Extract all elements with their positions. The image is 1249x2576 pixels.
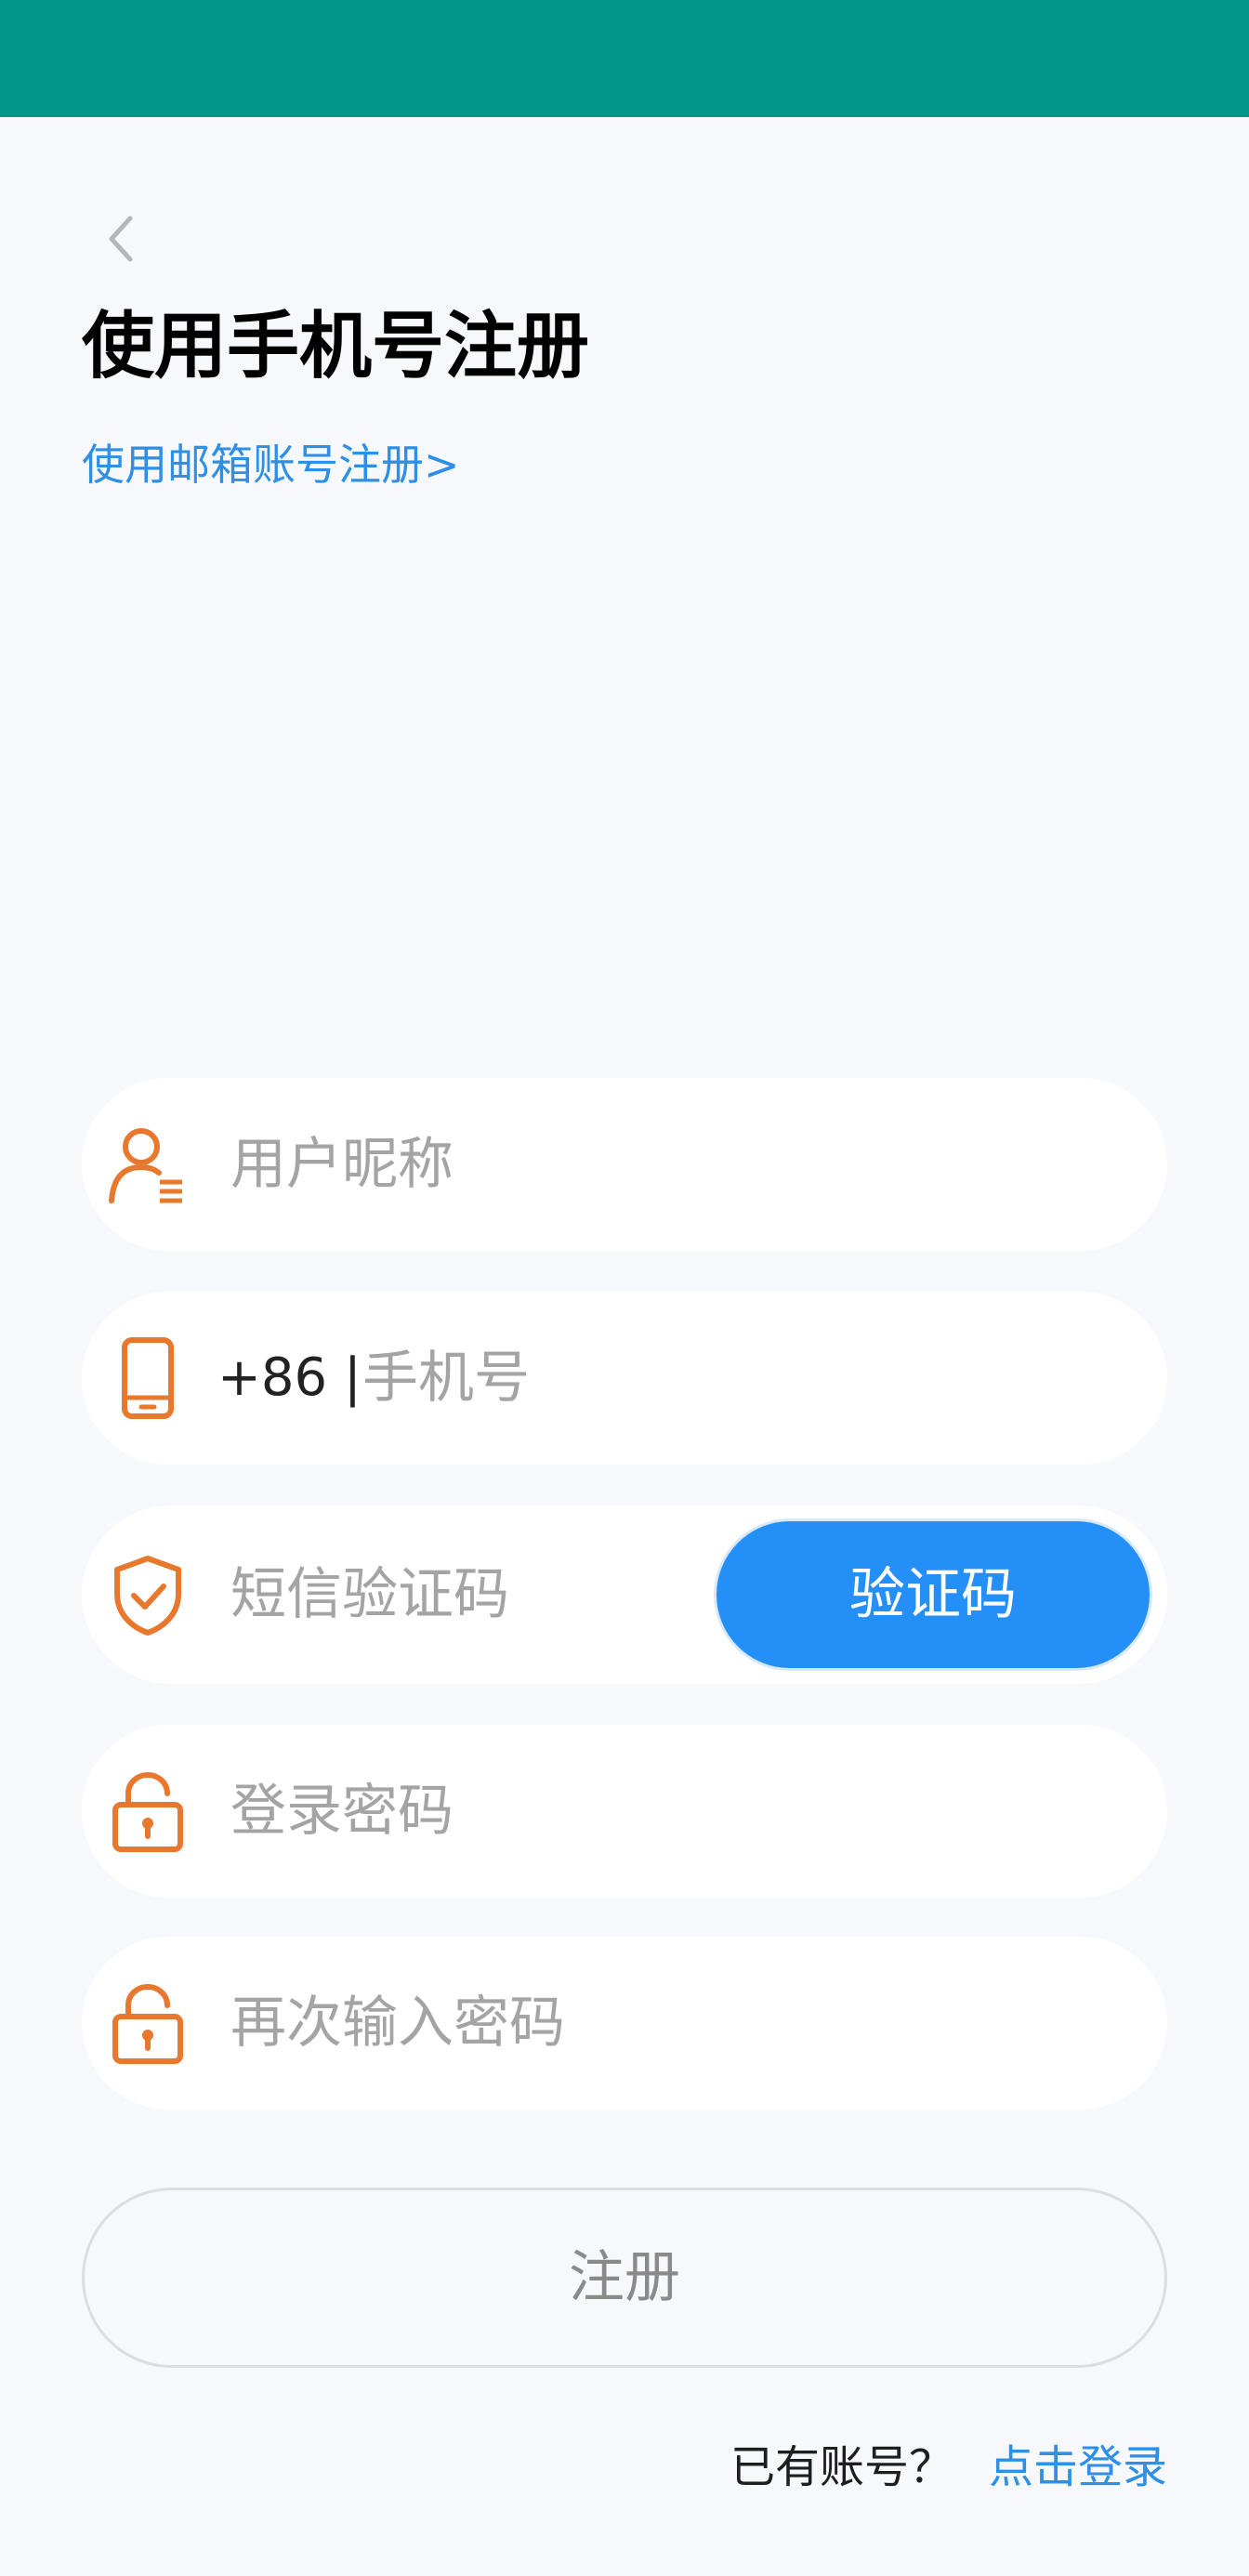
login-prompt: 已有账号？ 点击登录 bbox=[730, 2435, 1167, 2500]
sms-code-placeholder: 短信验证码 bbox=[230, 1562, 509, 1627]
password-placeholder: 登录密码 bbox=[230, 1779, 454, 1844]
get-code-button[interactable]: 验证码 bbox=[714, 1518, 1152, 1671]
phone-placeholder: 手机号 bbox=[362, 1346, 530, 1411]
nickname-field[interactable]: 用户昵称 bbox=[82, 1078, 1167, 1251]
phone-icon bbox=[122, 1337, 174, 1419]
register-button[interactable]: 注册 bbox=[82, 2188, 1167, 2368]
status-bar bbox=[0, 0, 1249, 117]
page-title: 使用手机号注册 bbox=[82, 305, 590, 388]
have-account-text: 已有账号？ bbox=[730, 2441, 953, 2493]
nickname-placeholder: 用户昵称 bbox=[230, 1132, 454, 1197]
user-list-icon bbox=[109, 1128, 182, 1203]
confirm-password-placeholder: 再次输入密码 bbox=[230, 1991, 565, 2056]
back-button[interactable] bbox=[93, 206, 149, 271]
country-code: +86 | bbox=[217, 1347, 362, 1408]
lock-icon bbox=[112, 1771, 183, 1852]
email-register-link[interactable]: 使用邮箱账号注册> bbox=[82, 435, 460, 494]
lock-icon bbox=[112, 1983, 183, 2064]
phone-field[interactable]: +86 | 手机号 bbox=[82, 1292, 1167, 1465]
chevron-left-icon bbox=[109, 216, 133, 262]
login-link[interactable]: 点击登录 bbox=[989, 2441, 1167, 2493]
password-field[interactable]: 登录密码 bbox=[82, 1725, 1167, 1898]
shield-check-icon bbox=[114, 1556, 181, 1636]
confirm-password-field[interactable]: 再次输入密码 bbox=[82, 1937, 1167, 2109]
